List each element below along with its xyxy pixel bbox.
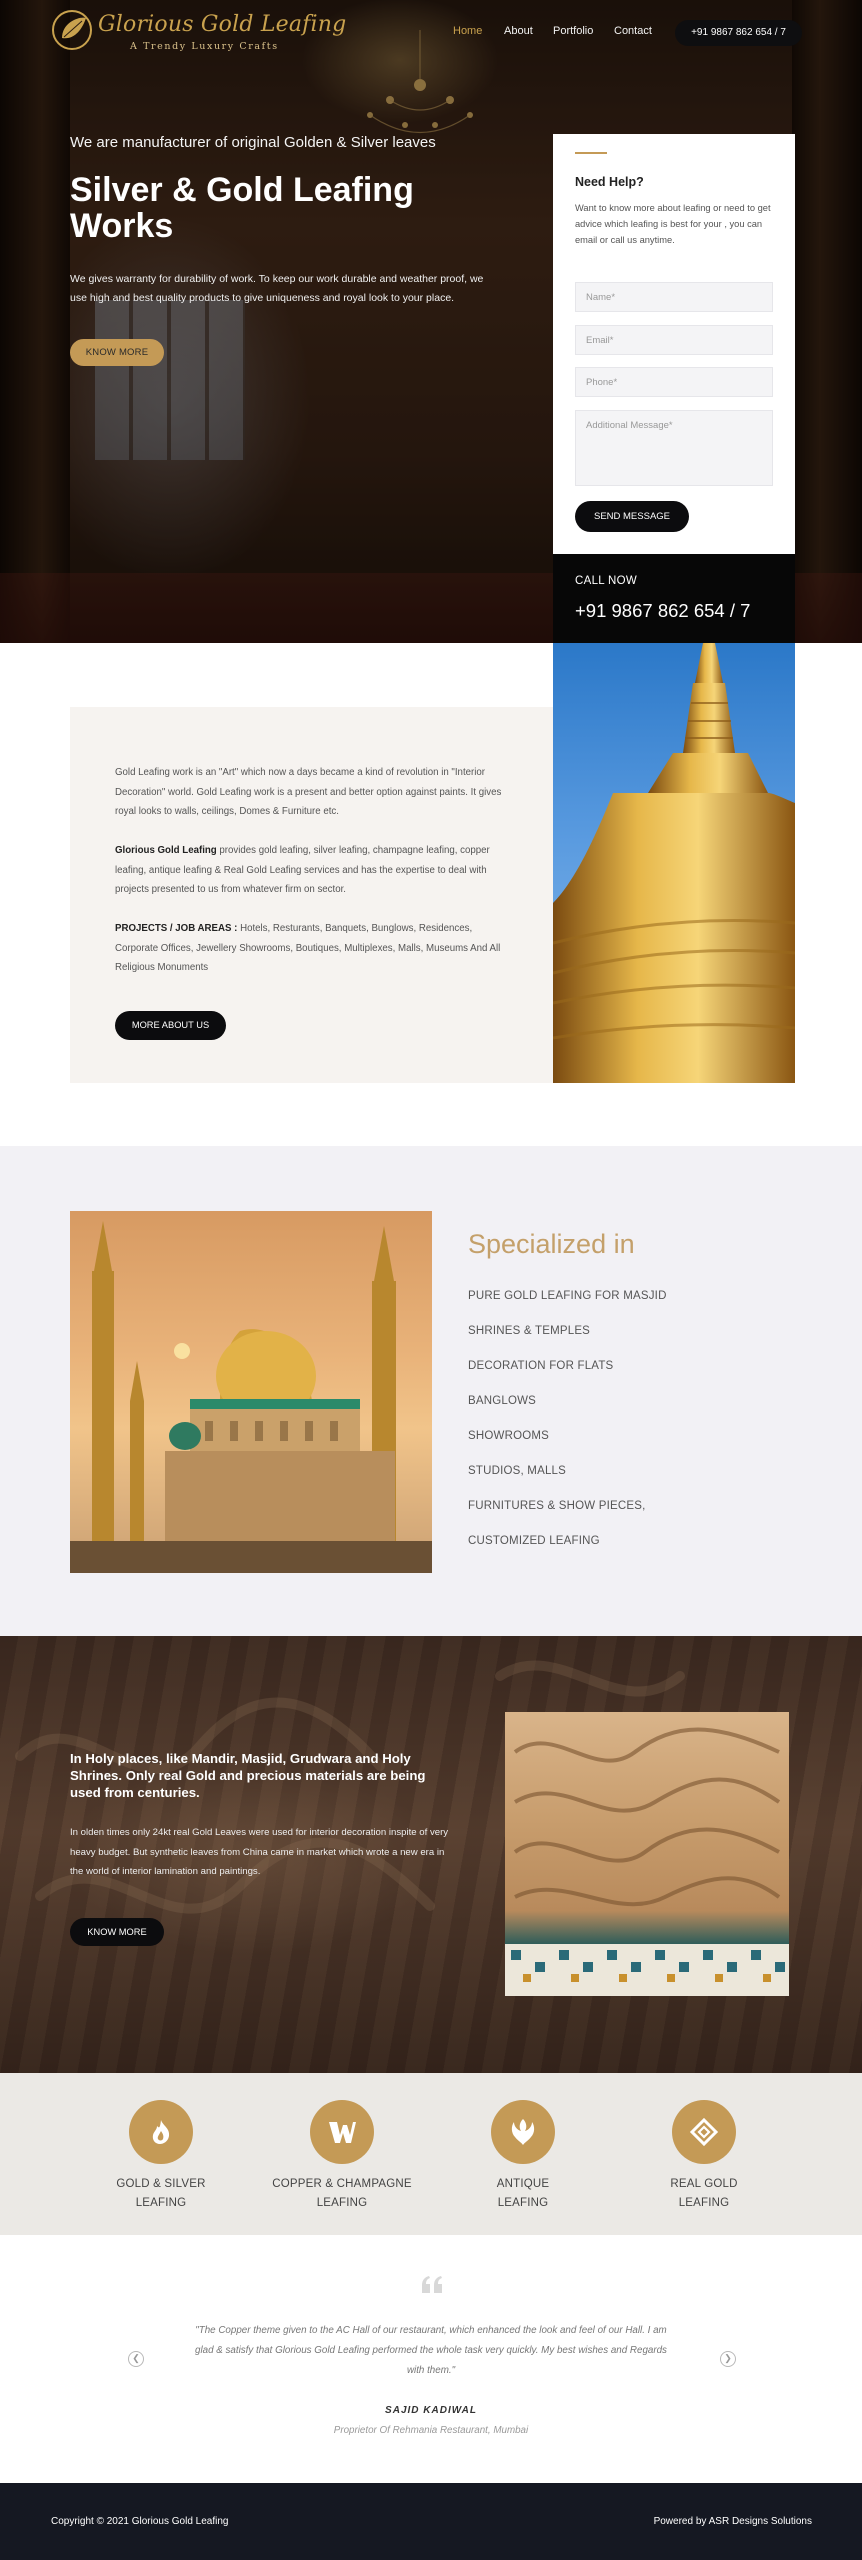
form-accent-line xyxy=(575,152,607,154)
nav-about[interactable]: About xyxy=(504,25,533,37)
specialized-item: SHOWROOMS xyxy=(468,1430,550,1442)
testimonial-prev-button[interactable]: ❮ xyxy=(128,2351,144,2367)
hero-title: Silver & Gold Leafing Works xyxy=(70,171,414,245)
holy-know-more-button[interactable]: KNOW MORE xyxy=(70,1918,164,1946)
chevron-left-icon: ❮ xyxy=(132,2353,140,2363)
specialized-item: FURNITURES & SHOW PIECES, xyxy=(468,1500,646,1512)
testimonial-section: ❮ "The Copper theme given to the AC Hall… xyxy=(0,2235,862,2483)
diamond-link-icon xyxy=(689,2117,719,2147)
about-section: Gold Leafing work is an "Art" which now … xyxy=(70,707,553,1083)
testimonial-next-button[interactable]: ❯ xyxy=(720,2351,736,2367)
footer-powered-by-link[interactable]: Powered by ASR Designs Solutions xyxy=(654,2516,812,2527)
site-footer: Copyright © 2021 Glorious Gold Leafing P… xyxy=(0,2483,862,2560)
specialized-item: SHRINES & TEMPLES xyxy=(468,1325,591,1337)
service-label: ANTIQUE xyxy=(496,2178,550,2190)
about-paragraph-2: Glorious Gold Leafing provides gold leaf… xyxy=(115,845,490,895)
service-antique[interactable]: ANTIQUE LEAFING xyxy=(453,2100,593,2213)
header-phone-button[interactable]: +91 9867 862 654 / 7 xyxy=(675,20,802,46)
testimonial-role: Proprietor Of Rehmania Restaurant, Mumba… xyxy=(333,2425,529,2436)
service-gold-silver[interactable]: GOLD & SILVER LEAFING xyxy=(91,2100,231,2213)
name-field[interactable] xyxy=(575,282,773,312)
call-now-box[interactable]: CALL NOW +91 9867 862 654 / 7 xyxy=(553,554,795,643)
nav-contact[interactable]: Contact xyxy=(614,25,652,37)
brand-tagline: A Trendy Luxury Crafts xyxy=(130,41,279,52)
specialized-title: Specialized in xyxy=(468,1229,635,1259)
send-message-button[interactable]: SEND MESSAGE xyxy=(575,501,689,532)
specialized-item: STUDIOS, MALLS xyxy=(468,1465,567,1477)
service-label: COPPER & CHAMPAGNE xyxy=(272,2178,412,2190)
testimonial-quote: "The Copper theme given to the AC Hall o… xyxy=(195,2325,667,2376)
service-label: GOLD & SILVER xyxy=(116,2178,206,2190)
carved-wall-image xyxy=(505,1712,789,1996)
hero-kicker: We are manufacturer of original Golden &… xyxy=(70,134,436,151)
fire-icon xyxy=(152,2120,170,2144)
service-copper-champagne[interactable]: COPPER & CHAMPAGNE LEAFING xyxy=(272,2100,412,2213)
about-paragraph-3: PROJECTS / JOB AREAS : Hotels, Resturant… xyxy=(115,923,501,973)
footer-copyright: Copyright © 2021 Glorious Gold Leafing xyxy=(51,2516,229,2527)
services-section: GOLD & SILVER LEAFING COPPER & CHAMPAGNE… xyxy=(0,2073,862,2235)
shield-w-icon xyxy=(329,2122,356,2143)
hero-know-more-button[interactable]: KNOW MORE xyxy=(70,339,164,366)
service-real-gold[interactable]: REAL GOLD LEAFING xyxy=(634,2100,774,2213)
quote-icon xyxy=(422,2276,442,2293)
site-header: Glorious Gold Leafing A Trendy Luxury Cr… xyxy=(0,0,862,64)
need-help-form: Need Help? Want to know more about leafi… xyxy=(553,134,795,554)
chevron-right-icon: ❯ xyxy=(724,2353,732,2363)
phone-field[interactable] xyxy=(575,367,773,397)
brand-name: Glorious Gold Leafing xyxy=(98,12,347,37)
holy-title: In Holy places, like Mandir, Masjid, Gru… xyxy=(70,1751,426,1800)
service-label: LEAFING xyxy=(497,2197,549,2209)
call-now-number: +91 9867 862 654 / 7 xyxy=(575,600,751,621)
rebel-emblem-icon xyxy=(511,2119,535,2145)
holy-description: In olden times only 24kt real Gold Leave… xyxy=(70,1827,449,1877)
specialized-item: BANGLOWS xyxy=(468,1395,537,1407)
form-title: Need Help? xyxy=(575,175,644,189)
hero-description: We gives warranty for durability of work… xyxy=(70,273,484,304)
brand-leaf-icon xyxy=(52,10,92,50)
specialized-item: CUSTOMIZED LEAFING xyxy=(468,1535,600,1547)
specialized-item: PURE GOLD LEAFING FOR MASJID xyxy=(468,1290,667,1302)
brand-logo[interactable]: Glorious Gold Leafing A Trendy Luxury Cr… xyxy=(50,8,346,56)
form-description: Want to know more about leafing or need … xyxy=(575,203,771,245)
call-now-label: CALL NOW xyxy=(575,575,638,587)
holy-places-section: In Holy places, like Mandir, Masjid, Gru… xyxy=(0,1636,862,2073)
golden-pagoda-image xyxy=(553,643,795,1083)
service-label: LEAFING xyxy=(135,2197,187,2209)
about-brand-name: Glorious Gold Leafing xyxy=(115,845,217,856)
golden-mosque-image xyxy=(70,1211,432,1573)
testimonial-author: SAJID KADIWAL xyxy=(385,2405,477,2416)
service-label: REAL GOLD xyxy=(670,2178,738,2190)
about-paragraph-1: Gold Leafing work is an "Art" which now … xyxy=(115,767,502,817)
projects-label: PROJECTS / JOB AREAS : xyxy=(115,923,238,934)
nav-portfolio[interactable]: Portfolio xyxy=(553,25,593,37)
service-label: LEAFING xyxy=(678,2197,730,2209)
message-field[interactable] xyxy=(575,410,773,486)
more-about-us-button[interactable]: MORE ABOUT US xyxy=(115,1011,226,1040)
service-label: LEAFING xyxy=(316,2197,368,2209)
email-field[interactable] xyxy=(575,325,773,355)
nav-home[interactable]: Home xyxy=(453,25,482,37)
specialized-item: DECORATION FOR FLATS xyxy=(468,1360,614,1372)
